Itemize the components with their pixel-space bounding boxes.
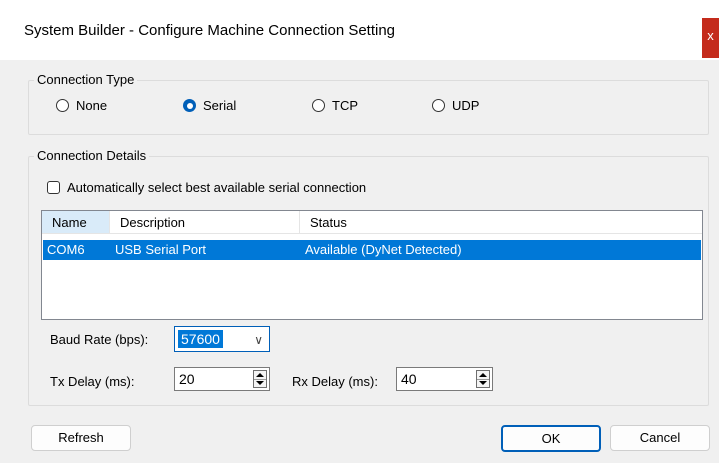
auto-select-checkbox-row[interactable]: Automatically select best available seri… [47, 180, 366, 195]
auto-select-label: Automatically select best available seri… [67, 180, 367, 195]
table-row[interactable]: COM6 USB Serial Port Available (DyNet De… [43, 240, 701, 260]
spin-up-down-icon[interactable] [476, 370, 490, 388]
auto-select-checkbox[interactable] [47, 181, 60, 194]
title-bar: System Builder - Configure Machine Conne… [0, 0, 719, 60]
cell-description: USB Serial Port [115, 242, 207, 257]
close-button[interactable]: x [702, 18, 719, 58]
rx-delay-label: Rx Delay (ms): [292, 374, 378, 389]
column-header-status[interactable]: Status [300, 211, 702, 234]
serial-port-list[interactable]: Name Description Status COM6 USB Serial … [41, 210, 703, 320]
tx-delay-value[interactable]: 20 [179, 368, 195, 390]
window-title: System Builder - Configure Machine Conne… [24, 22, 396, 39]
column-header-description[interactable]: Description [110, 211, 300, 234]
connection-type-group [28, 80, 709, 135]
connection-type-legend: Connection Type [34, 72, 138, 87]
cell-status: Available (DyNet Detected) [305, 242, 462, 257]
radio-none-button[interactable] [56, 99, 69, 112]
chevron-down-icon[interactable]: ∨ [254, 329, 263, 351]
radio-none[interactable]: None [56, 98, 107, 113]
radio-tcp[interactable]: TCP [312, 98, 358, 113]
baud-rate-value: 57600 [178, 330, 223, 348]
cell-name: COM6 [47, 242, 85, 257]
rx-delay-value[interactable]: 40 [401, 368, 417, 390]
radio-udp-button[interactable] [432, 99, 445, 112]
cancel-button[interactable]: Cancel [610, 425, 710, 451]
tx-delay-label: Tx Delay (ms): [50, 374, 135, 389]
radio-udp[interactable]: UDP [432, 98, 479, 113]
tx-delay-spinner[interactable]: 20 [174, 367, 270, 391]
refresh-button[interactable]: Refresh [31, 425, 131, 451]
radio-tcp-label: TCP [332, 98, 358, 113]
radio-udp-label: UDP [452, 98, 480, 113]
close-icon: x [707, 28, 714, 43]
radio-serial[interactable]: Serial [183, 98, 236, 113]
radio-tcp-button[interactable] [312, 99, 325, 112]
rx-delay-spinner[interactable]: 40 [396, 367, 493, 391]
ok-button[interactable]: OK [501, 425, 601, 452]
spin-up-icon[interactable] [256, 373, 264, 377]
connection-details-legend: Connection Details [34, 148, 150, 163]
spin-down-icon[interactable] [479, 381, 487, 385]
baud-rate-label: Baud Rate (bps): [50, 332, 149, 347]
radio-serial-button[interactable] [183, 99, 196, 112]
spin-down-icon[interactable] [256, 381, 264, 385]
spin-up-down-icon[interactable] [253, 370, 267, 388]
radio-serial-label: Serial [203, 98, 237, 113]
baud-rate-select[interactable]: 57600 ∨ [174, 326, 270, 352]
spin-up-icon[interactable] [479, 373, 487, 377]
radio-none-label: None [76, 98, 108, 113]
column-header-name[interactable]: Name [42, 211, 110, 234]
